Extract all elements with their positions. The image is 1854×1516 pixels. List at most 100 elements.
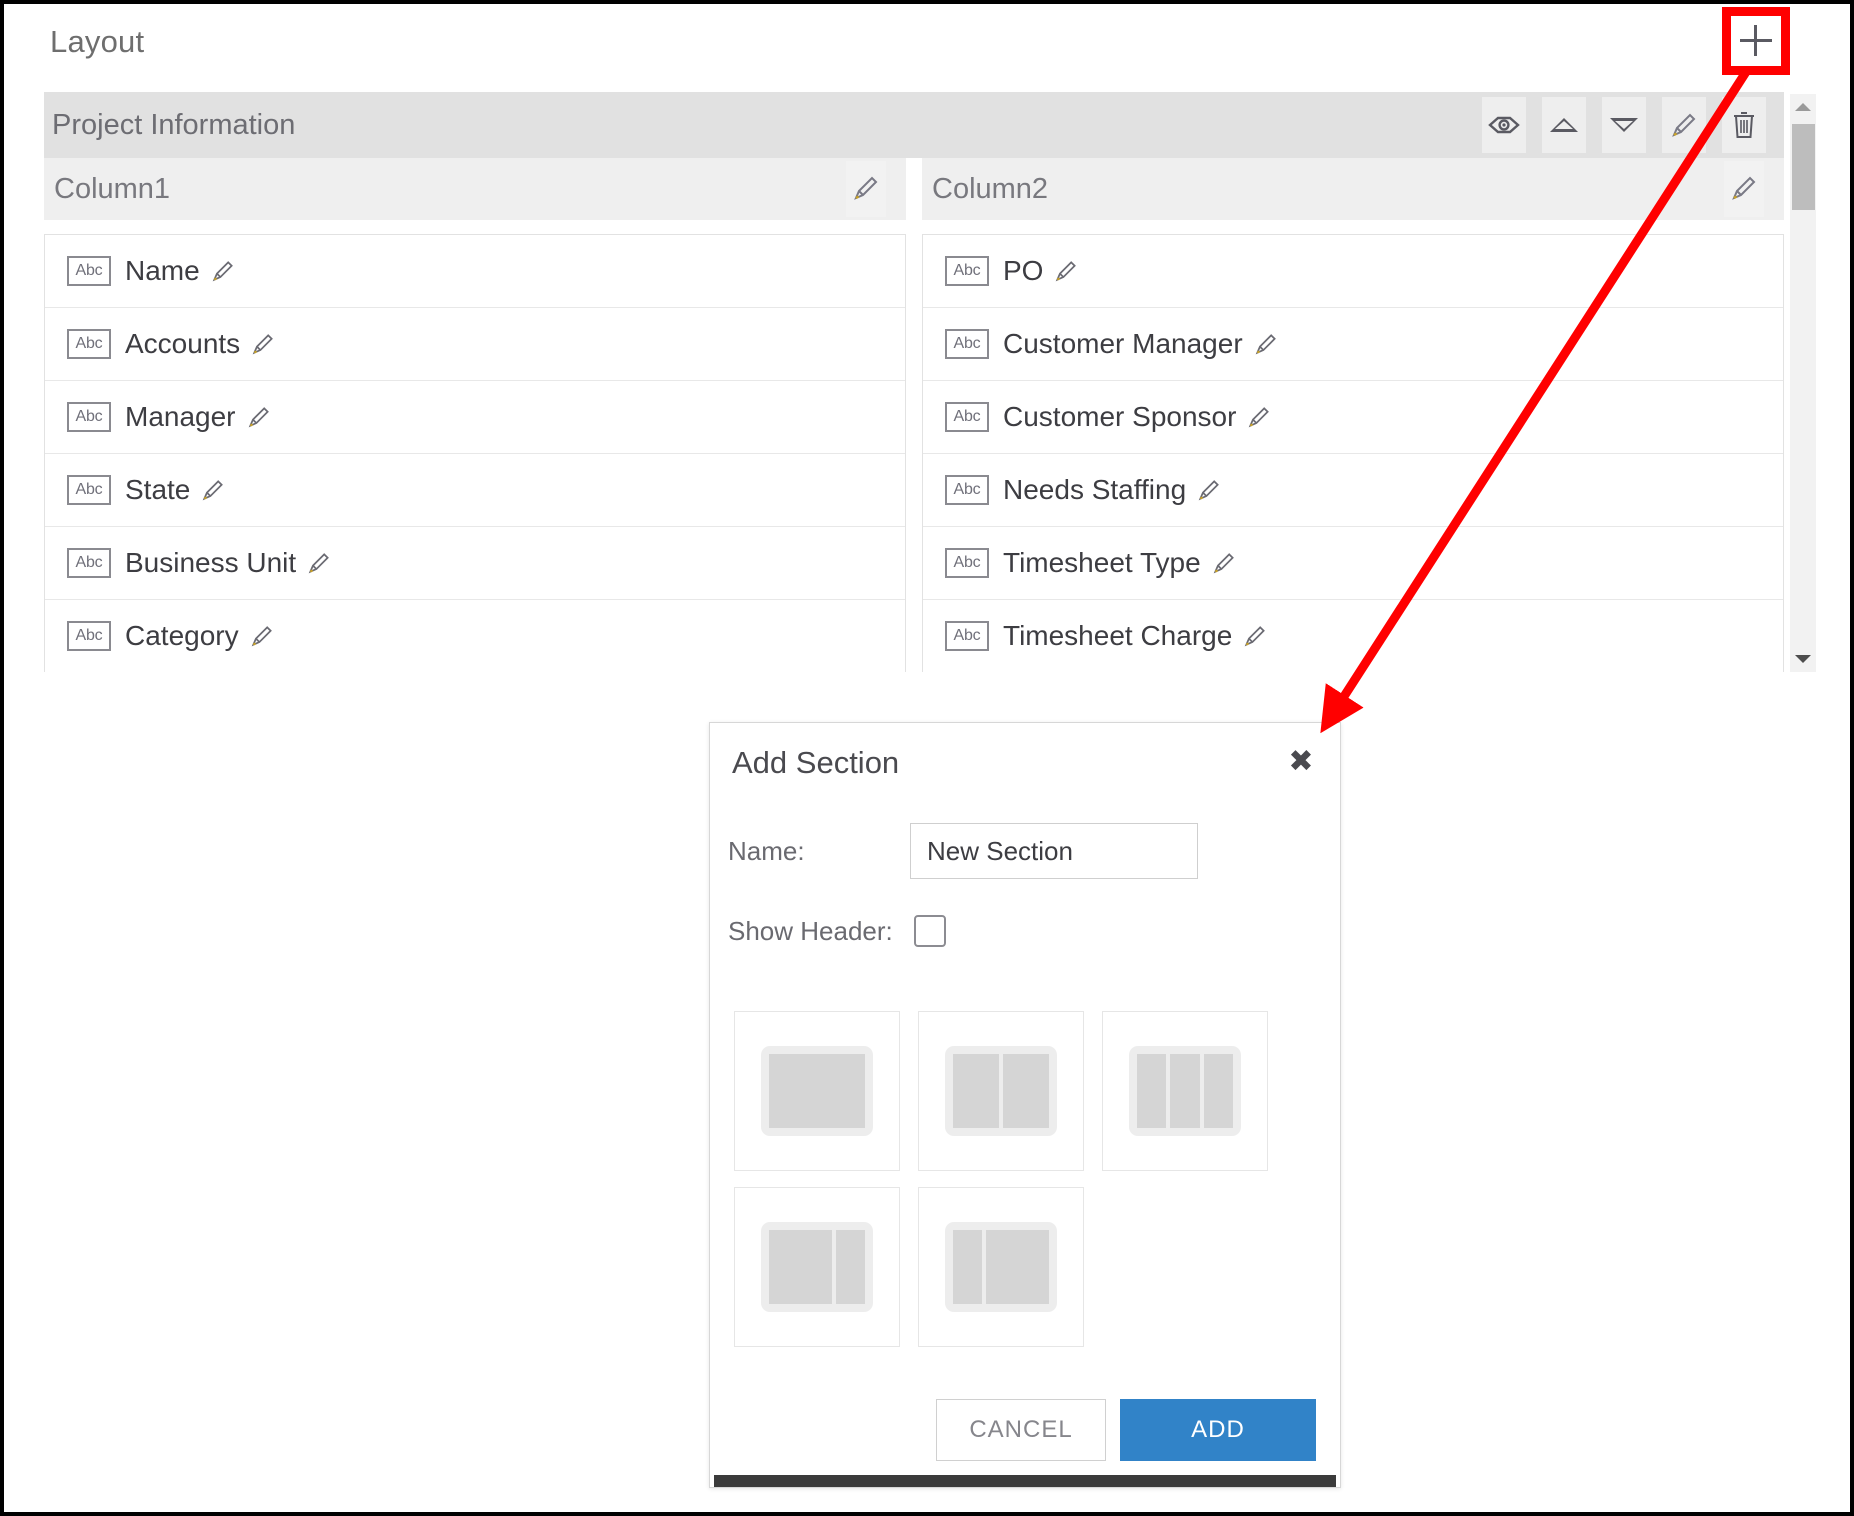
close-icon[interactable]: ✖ — [1284, 745, 1318, 779]
thumb-pane — [769, 1054, 865, 1128]
layout-thumbnail-one-column — [761, 1046, 873, 1136]
add-section-button[interactable] — [1732, 16, 1780, 64]
thumb-pane — [1203, 1054, 1233, 1128]
thumb-pane — [1137, 1054, 1167, 1128]
text-type-icon: Abc — [945, 329, 989, 359]
field-row[interactable]: Abc PO — [923, 235, 1783, 308]
layout-option-one-column[interactable] — [734, 1011, 900, 1171]
field-label: Customer Manager — [1003, 328, 1243, 359]
field-label: Timesheet Type — [1003, 547, 1201, 578]
edit-section-button[interactable] — [1662, 97, 1706, 153]
layout-thumbnail-two-equal-columns — [945, 1046, 1057, 1136]
pencil-icon[interactable] — [1053, 258, 1079, 284]
delete-icon — [1731, 110, 1757, 140]
move-up-button[interactable] — [1542, 97, 1586, 153]
pencil-icon[interactable] — [1211, 550, 1237, 576]
text-type-icon: Abc — [67, 548, 111, 578]
field-label: Business Unit — [125, 547, 297, 578]
edit-column-1-button[interactable] — [846, 161, 886, 217]
pencil-icon[interactable] — [200, 477, 226, 503]
pencil-icon[interactable] — [249, 623, 275, 649]
thumb-pane — [985, 1230, 1049, 1304]
field-row[interactable]: Abc Timesheet Type — [923, 527, 1783, 600]
pencil-icon[interactable] — [1253, 331, 1279, 357]
pencil-icon[interactable] — [1196, 477, 1222, 503]
pencil-icon[interactable] — [246, 404, 272, 430]
thumb-pane — [1170, 1054, 1200, 1128]
field-row[interactable]: Abc Timesheet Charge — [923, 600, 1783, 672]
edit-icon — [1669, 110, 1699, 140]
scroll-down-button[interactable] — [1790, 646, 1816, 672]
pencil-icon[interactable] — [250, 331, 276, 357]
pencil-icon — [851, 173, 881, 206]
field-row[interactable]: Abc Customer Sponsor — [923, 381, 1783, 454]
field-label: State — [125, 474, 191, 505]
section-panel: Project Information Column1 Abc Name Abc… — [44, 92, 1784, 672]
vertical-scrollbar[interactable] — [1790, 94, 1816, 672]
add-section-dialog: Add Section ✖ Name: Show Header: — [709, 722, 1341, 1488]
move-down-icon — [1608, 115, 1640, 135]
field-row[interactable]: Abc Needs Staffing — [923, 454, 1783, 527]
preview-icon — [1488, 115, 1520, 135]
layout-option-narrow-left-wide-right[interactable] — [918, 1187, 1084, 1347]
layout-option-wide-left-narrow-right[interactable] — [734, 1187, 900, 1347]
field-label: Accounts — [125, 328, 241, 359]
thumb-pane — [836, 1230, 865, 1304]
column-title-1: Column1 — [54, 172, 171, 205]
field-row[interactable]: Abc Manager — [45, 381, 905, 454]
section-title: Project Information — [52, 108, 296, 141]
layout-option-two-equal-columns[interactable] — [918, 1011, 1084, 1171]
pencil-icon[interactable] — [1242, 623, 1268, 649]
field-row[interactable]: Abc Name — [45, 235, 905, 308]
name-field-row: Name: — [710, 811, 1340, 891]
page-title: Layout — [50, 24, 145, 59]
text-type-icon: Abc — [945, 548, 989, 578]
text-type-icon: Abc — [67, 329, 111, 359]
layout-option-three-columns[interactable] — [1102, 1011, 1268, 1171]
add-button[interactable]: ADD — [1120, 1399, 1316, 1461]
column-title-2: Column2 — [932, 172, 1049, 205]
field-label: Needs Staffing — [1003, 474, 1187, 505]
pencil-icon[interactable] — [1246, 404, 1272, 430]
scroll-up-button[interactable] — [1790, 94, 1816, 120]
column-header-1: Column1 — [44, 158, 906, 220]
field-row[interactable]: Abc State — [45, 454, 905, 527]
move-down-button[interactable] — [1602, 97, 1646, 153]
section-name-input[interactable] — [910, 823, 1198, 879]
pencil-icon[interactable] — [306, 550, 332, 576]
move-up-icon — [1548, 115, 1580, 135]
layout-thumbnail-narrow-left-wide-right — [945, 1222, 1057, 1312]
app-window: Layout Project Information Column1 Abc N… — [0, 0, 1854, 1516]
field-label: Category — [125, 620, 239, 651]
thumb-pane — [769, 1230, 833, 1304]
columns-container: Column1 Abc Name Abc Accounts Abc Manage… — [44, 158, 1784, 672]
field-label: Manager — [125, 401, 236, 432]
field-row[interactable]: Abc Accounts — [45, 308, 905, 381]
layout-template-chooser — [734, 1011, 1318, 1347]
field-label: Customer Sponsor — [1003, 401, 1237, 432]
pencil-icon[interactable] — [210, 258, 236, 284]
text-type-icon: Abc — [67, 256, 111, 286]
show-header-checkbox[interactable] — [914, 915, 946, 947]
text-type-icon: Abc — [945, 621, 989, 651]
field-row[interactable]: Abc Business Unit — [45, 527, 905, 600]
field-row[interactable]: Abc Category — [45, 600, 905, 672]
field-label: Timesheet Charge — [1003, 620, 1233, 651]
text-type-icon: Abc — [945, 256, 989, 286]
preview-button[interactable] — [1482, 97, 1526, 153]
text-type-icon: Abc — [67, 402, 111, 432]
field-row[interactable]: Abc Customer Manager — [923, 308, 1783, 381]
delete-section-button[interactable] — [1722, 97, 1766, 153]
show-header-label: Show Header: — [728, 915, 893, 946]
scrollbar-thumb[interactable] — [1792, 124, 1815, 210]
cancel-button[interactable]: CANCEL — [936, 1399, 1106, 1461]
section-toolbar — [1482, 97, 1766, 153]
dialog-titlebar: Add Section ✖ — [710, 723, 1340, 811]
layout-thumbnail-three-columns — [1129, 1046, 1241, 1136]
field-label: Name — [125, 255, 200, 286]
edit-column-2-button[interactable] — [1724, 161, 1764, 217]
layout-column-1: Column1 Abc Name Abc Accounts Abc Manage… — [44, 158, 906, 672]
layout-column-2: Column2 Abc PO Abc Customer Manager Abc … — [922, 158, 1784, 672]
dialog-title: Add Section — [732, 745, 900, 780]
show-header-row: Show Header: — [710, 891, 1340, 971]
